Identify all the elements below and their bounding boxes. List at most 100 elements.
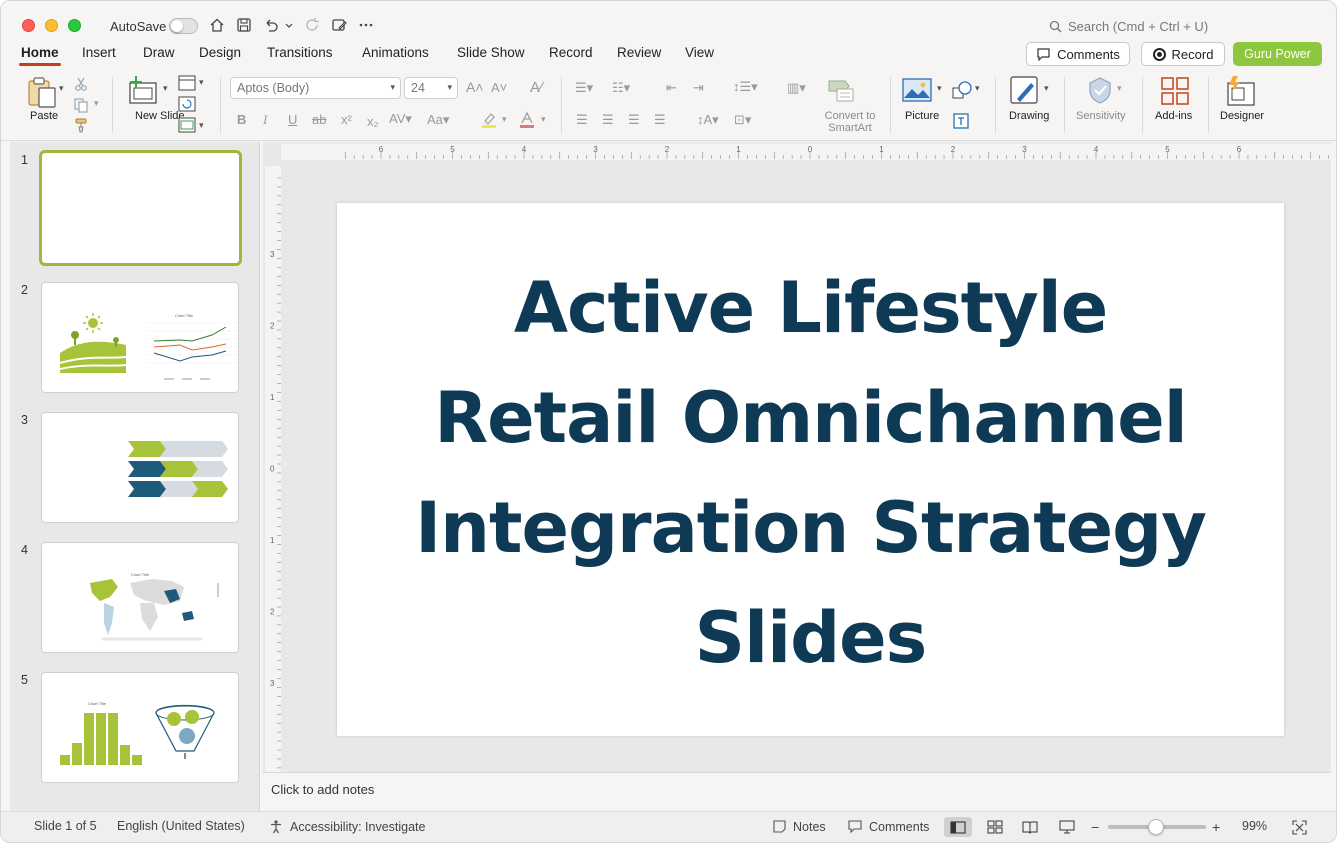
- language-indicator[interactable]: English (United States): [117, 819, 245, 833]
- clear-formatting-icon[interactable]: A⁄: [530, 79, 543, 96]
- decrease-indent-icon[interactable]: ⇤: [666, 80, 677, 96]
- reset-icon[interactable]: [178, 96, 196, 112]
- underline-icon[interactable]: U: [288, 112, 297, 127]
- tab-design[interactable]: Design: [199, 45, 241, 60]
- tab-draw[interactable]: Draw: [143, 45, 175, 60]
- notes-pane[interactable]: Click to add notes: [263, 772, 1331, 811]
- fit-to-window-icon[interactable]: [1292, 820, 1307, 835]
- character-spacing-icon[interactable]: AV▾: [389, 111, 412, 127]
- close-window-button[interactable]: [22, 19, 35, 32]
- italic-icon[interactable]: I: [263, 112, 267, 128]
- picture-icon[interactable]: [902, 78, 932, 102]
- format-painter-icon[interactable]: [73, 117, 89, 133]
- customize-icon[interactable]: [330, 16, 348, 34]
- zoom-out-button[interactable]: −: [1091, 819, 1099, 835]
- columns-icon[interactable]: ▥▾: [787, 80, 806, 96]
- slide-sorter-button[interactable]: [981, 817, 1009, 837]
- line-spacing-icon[interactable]: ↕☰▾: [733, 79, 758, 95]
- accessibility-checker[interactable]: Accessibility: Investigate: [269, 819, 425, 834]
- shapes-icon[interactable]: [952, 81, 972, 99]
- align-left-icon[interactable]: ☰: [576, 112, 588, 128]
- drawing-icon[interactable]: [1009, 75, 1041, 107]
- reading-view-button[interactable]: [1016, 817, 1044, 837]
- change-case-icon[interactable]: Aa▾: [427, 112, 449, 128]
- font-size-field[interactable]: 24 ▾: [404, 77, 458, 99]
- layout-dropdown-icon[interactable]: ▾: [199, 77, 204, 88]
- align-center-icon[interactable]: ☰: [602, 112, 614, 128]
- zoom-window-button[interactable]: [68, 19, 81, 32]
- notes-toggle-button[interactable]: Notes: [772, 819, 826, 834]
- slide-show-button[interactable]: [1053, 817, 1081, 837]
- decrease-font-icon[interactable]: A˅: [491, 80, 507, 95]
- designer-icon[interactable]: [1225, 75, 1257, 107]
- copy-icon[interactable]: [73, 97, 89, 113]
- cut-icon[interactable]: [73, 76, 89, 92]
- slide-title[interactable]: Active Lifestyle Retail Omnichannel Inte…: [377, 253, 1244, 693]
- paste-icon[interactable]: [25, 75, 59, 109]
- section-dropdown-icon[interactable]: ▾: [199, 120, 204, 131]
- font-color-dropdown-icon[interactable]: ▾: [541, 114, 546, 125]
- guru-power-button[interactable]: Guru Power: [1233, 42, 1322, 66]
- drawing-dropdown-icon[interactable]: ▾: [1044, 83, 1049, 94]
- minimize-window-button[interactable]: [45, 19, 58, 32]
- paste-dropdown-icon[interactable]: ▾: [59, 83, 64, 94]
- increase-indent-icon[interactable]: ⇥: [693, 80, 704, 96]
- text-box-icon[interactable]: [952, 112, 970, 130]
- highlight-dropdown-icon[interactable]: ▾: [502, 114, 507, 125]
- slide-thumbnail-2[interactable]: Chart Title: [41, 282, 239, 393]
- slide-editor[interactable]: 6543210123456 3 2 1 0 1 2 3 Active Lifestyle R…: [263, 142, 1331, 772]
- comments-button[interactable]: Comments: [1026, 42, 1130, 66]
- tab-review[interactable]: Review: [617, 45, 661, 60]
- font-color-icon[interactable]: [518, 111, 536, 129]
- redo-icon[interactable]: [303, 16, 321, 34]
- bold-icon[interactable]: B: [237, 112, 246, 127]
- tab-home[interactable]: Home: [21, 45, 59, 60]
- more-icon[interactable]: [357, 16, 375, 34]
- sensitivity-dropdown-icon[interactable]: ▾: [1117, 83, 1122, 94]
- zoom-level[interactable]: 99%: [1242, 819, 1267, 833]
- convert-smartart-icon[interactable]: [827, 77, 857, 103]
- tab-animations[interactable]: Animations: [362, 45, 429, 60]
- copy-dropdown-icon[interactable]: ▾: [94, 98, 99, 109]
- home-icon[interactable]: [208, 16, 226, 34]
- slide-thumbnail-5[interactable]: Chart Title: [41, 672, 239, 783]
- normal-view-button[interactable]: [944, 817, 972, 837]
- tab-slide-show[interactable]: Slide Show: [457, 45, 525, 60]
- new-slide-dropdown-icon[interactable]: ▾: [163, 83, 168, 94]
- section-icon[interactable]: [178, 117, 196, 133]
- text-direction-icon[interactable]: ↕A▾: [697, 112, 719, 128]
- new-slide-icon[interactable]: [128, 75, 160, 105]
- sensitivity-icon[interactable]: [1086, 75, 1116, 105]
- align-text-icon[interactable]: ⊡▾: [734, 112, 751, 128]
- search-box[interactable]: Search (Cmd + Ctrl + U): [1049, 19, 1208, 34]
- subscript-icon[interactable]: x₂: [367, 114, 379, 129]
- layout-icon[interactable]: [178, 75, 196, 91]
- slide-thumbnail-4[interactable]: Chart Title: [41, 542, 239, 653]
- picture-dropdown-icon[interactable]: ▾: [937, 83, 942, 94]
- undo-dropdown-icon[interactable]: [284, 16, 294, 34]
- current-slide[interactable]: Active Lifestyle Retail Omnichannel Inte…: [337, 203, 1284, 736]
- zoom-in-button[interactable]: +: [1212, 819, 1220, 835]
- autosave-toggle[interactable]: [169, 18, 198, 34]
- tab-view[interactable]: View: [685, 45, 714, 60]
- zoom-slider-thumb[interactable]: [1148, 819, 1164, 835]
- tab-record[interactable]: Record: [549, 45, 593, 60]
- numbering-icon[interactable]: ☷▾: [612, 80, 630, 96]
- shapes-dropdown-icon[interactable]: ▾: [975, 83, 980, 94]
- tab-insert[interactable]: Insert: [82, 45, 116, 60]
- increase-font-icon[interactable]: A˄: [466, 79, 484, 95]
- font-name-field[interactable]: Aptos (Body) ▾: [230, 77, 401, 99]
- slide-thumbnail-1[interactable]: [39, 150, 242, 266]
- comments-toggle-button[interactable]: Comments: [847, 819, 929, 834]
- tab-transitions[interactable]: Transitions: [267, 45, 333, 60]
- justify-icon[interactable]: ☰: [654, 112, 666, 128]
- highlight-icon[interactable]: [480, 111, 498, 129]
- bullets-icon[interactable]: ☰▾: [575, 80, 593, 96]
- save-icon[interactable]: [235, 16, 253, 34]
- slide-thumbnail-3[interactable]: [41, 412, 239, 523]
- superscript-icon[interactable]: x²: [341, 112, 352, 127]
- undo-icon[interactable]: [262, 16, 280, 34]
- strikethrough-icon[interactable]: ab: [312, 112, 326, 127]
- record-button[interactable]: Record: [1141, 42, 1225, 66]
- align-right-icon[interactable]: ☰: [628, 112, 640, 128]
